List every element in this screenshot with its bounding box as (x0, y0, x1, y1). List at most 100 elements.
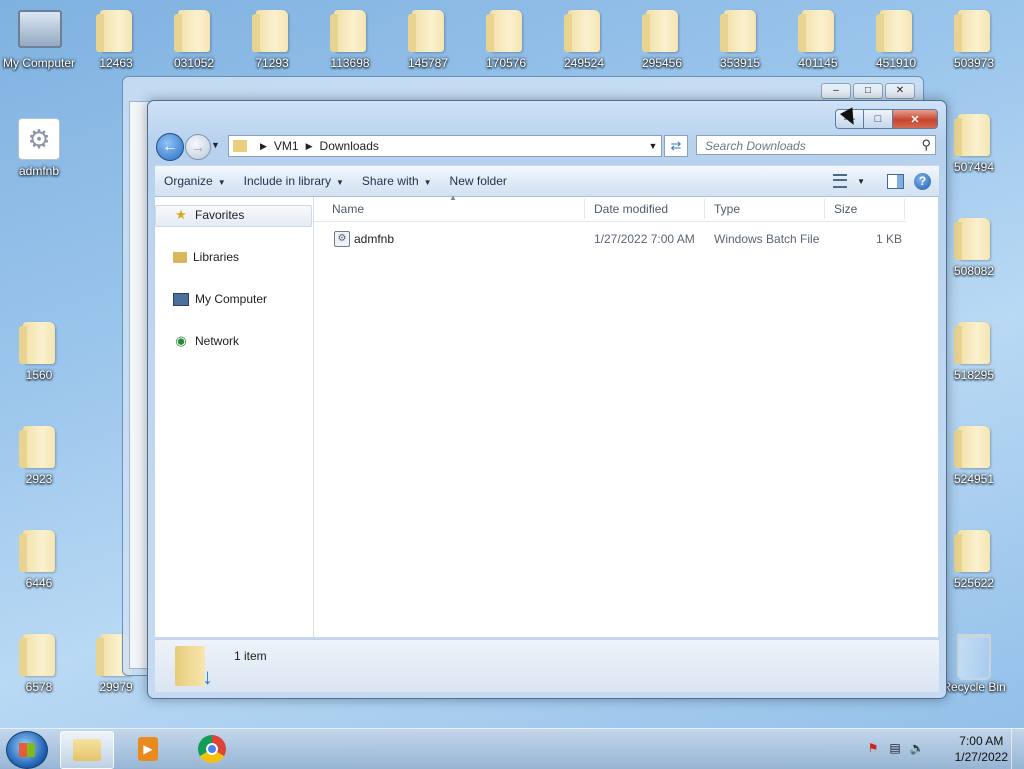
desktop-folder-524951[interactable]: 524951 (936, 420, 1012, 486)
view-list-icon[interactable] (833, 174, 848, 188)
breadcrumb-downloads[interactable]: Downloads (320, 139, 379, 153)
taskbar-explorer-button[interactable] (60, 731, 114, 769)
favorites-label: Favorites (195, 208, 245, 222)
help-icon[interactable]: ? (914, 172, 931, 190)
folder-icon (719, 10, 761, 54)
clock-date: 1/27/2022 (954, 750, 1008, 764)
computer-icon (18, 10, 62, 54)
desktop-folder-170576[interactable]: 170576 (468, 4, 544, 70)
desktop-folder-2923[interactable]: 2923 (1, 420, 77, 486)
desktop-folder-503973[interactable]: 503973 (936, 4, 1012, 70)
gear-icon: ⚙ (18, 118, 60, 162)
folder-icon (641, 10, 683, 54)
folder-icon (251, 10, 293, 54)
address-bar[interactable]: ▶ VM1 ▶ Downloads ▼ (228, 135, 662, 157)
address-dropdown-icon[interactable]: ▼ (644, 141, 661, 151)
desktop-folder-1560[interactable]: 1560 (1, 316, 77, 382)
desktop-folder-031052[interactable]: 031052 (156, 4, 232, 70)
desktop-folder-249524[interactable]: 249524 (546, 4, 622, 70)
desktop-folder-508082[interactable]: 508082 (936, 212, 1012, 278)
column-name[interactable]: Name (326, 202, 364, 216)
column-date-modified[interactable]: Date modified (588, 202, 668, 216)
include-label: Include in library (243, 174, 331, 188)
search-icon[interactable]: ⚲ (921, 137, 931, 153)
breadcrumb-vm1[interactable]: VM1 (274, 139, 299, 153)
minimize-icon[interactable]: – (821, 83, 851, 99)
nav-item-favorites[interactable]: ★ Favorites (173, 207, 245, 222)
view-controls: ▼ ? (833, 172, 939, 190)
explorer-window[interactable]: — □ ✕ ← → ▼ ▶ VM1 ▶ Downloads ▼ ⇄ Search… (147, 100, 947, 699)
volume-icon[interactable]: 🔈 (910, 741, 925, 755)
chrome-icon (198, 735, 226, 763)
nav-item-libraries[interactable]: Libraries (173, 250, 239, 264)
back-button[interactable]: ← (156, 133, 184, 161)
action-center-flag-icon[interactable]: ⚑ (866, 741, 880, 755)
desktop-folder-71293[interactable]: 71293 (234, 4, 310, 70)
close-button[interactable]: ✕ (893, 109, 938, 129)
new-folder-button[interactable]: New folder (441, 174, 516, 188)
folder-icon (953, 426, 995, 470)
clock[interactable]: 7:00 AM 1/27/2022 (955, 733, 1008, 765)
computer-icon (173, 292, 189, 306)
file-list: ▲ Name Date modified Type Size ⚙ admfnb … (314, 193, 938, 637)
column-divider[interactable] (904, 199, 905, 219)
folder-icon (95, 10, 137, 54)
start-button[interactable] (6, 731, 48, 769)
taskbar-media-player-button[interactable]: ▶ (122, 731, 174, 767)
close-icon[interactable]: ✕ (885, 83, 915, 99)
arrow-right-icon: → (191, 139, 205, 155)
nav-item-network[interactable]: ◉ Network (173, 333, 239, 348)
library-icon (173, 251, 187, 263)
network-icon: ◉ (175, 333, 187, 348)
table-row[interactable]: ⚙ admfnb 1/27/2022 7:00 AM Windows Batch… (314, 229, 914, 249)
desktop-folder-295456[interactable]: 295456 (624, 4, 700, 70)
taskbar: ▶ ⚑ ▤ 🔈 7:00 AM 1/27/2022 (0, 728, 1024, 769)
search-input[interactable]: Search Downloads ⚲ (696, 135, 936, 155)
show-desktop-button[interactable] (1011, 729, 1024, 769)
nav-item-my-computer[interactable]: My Computer (173, 292, 267, 306)
desktop-folder-6578[interactable]: 6578 (1, 628, 77, 694)
chevron-down-icon: ▼ (336, 178, 344, 187)
folder-icon (953, 530, 995, 574)
desktop-folder-525622[interactable]: 525622 (936, 524, 1012, 590)
refresh-button[interactable]: ⇄ (664, 135, 688, 157)
file-name: admfnb (354, 232, 395, 246)
desktop-folder-518295[interactable]: 518295 (936, 316, 1012, 382)
forward-button[interactable]: → (185, 134, 211, 160)
desktop-folder-6446[interactable]: 6446 (1, 524, 77, 590)
desktop-folder-507494[interactable]: 507494 (936, 108, 1012, 174)
taskbar-chrome-button[interactable] (186, 731, 238, 767)
folder-icon (875, 10, 917, 54)
column-type[interactable]: Type (708, 202, 740, 216)
desktop-folder-401145[interactable]: 401145 (780, 4, 856, 70)
column-divider[interactable] (704, 199, 705, 219)
view-options-chevron-icon[interactable]: ▼ (857, 177, 865, 186)
desktop-folder-451910[interactable]: 451910 (858, 4, 934, 70)
column-divider[interactable] (584, 199, 585, 219)
share-with-button[interactable]: Share with ▼ (353, 174, 441, 188)
column-size[interactable]: Size (828, 202, 857, 216)
organize-button[interactable]: Organize ▼ (155, 174, 235, 188)
desktop-folder-353915[interactable]: 353915 (702, 4, 778, 70)
address-row: ← → ▼ ▶ VM1 ▶ Downloads ▼ ⇄ Search Downl… (156, 133, 938, 161)
preview-pane-icon[interactable] (887, 173, 904, 189)
clock-time: 7:00 AM (959, 734, 1004, 748)
desktop-folder-12463[interactable]: 12463 (78, 4, 154, 70)
network-tray-icon[interactable]: ▤ (888, 741, 902, 755)
chevron-down-icon: ▼ (217, 178, 226, 187)
desktop-icon-admfnb[interactable]: ⚙ admfnb (1, 112, 77, 178)
desktop-folder-113698[interactable]: 113698 (312, 4, 388, 70)
item-count: 1 item (234, 649, 267, 663)
navigation-pane: ★ Favorites Libraries My Computer ◉ Netw… (155, 197, 314, 637)
maximize-button[interactable]: □ (864, 109, 893, 129)
column-divider[interactable] (824, 199, 825, 219)
recent-pages-dropdown[interactable]: ▼ (211, 140, 220, 150)
maximize-icon[interactable]: □ (853, 83, 883, 99)
desktop-icon-recycle-bin[interactable]: Recycle Bin (936, 628, 1012, 694)
include-in-library-button[interactable]: Include in library ▼ (235, 174, 353, 188)
breadcrumb-chevron-icon[interactable]: ▶ (306, 141, 313, 152)
file-date: 1/27/2022 7:00 AM (594, 232, 695, 246)
breadcrumb-chevron-icon[interactable]: ▶ (260, 141, 267, 152)
desktop-icon-my-computer[interactable]: My Computer (1, 4, 77, 70)
desktop-folder-145787[interactable]: 145787 (390, 4, 466, 70)
